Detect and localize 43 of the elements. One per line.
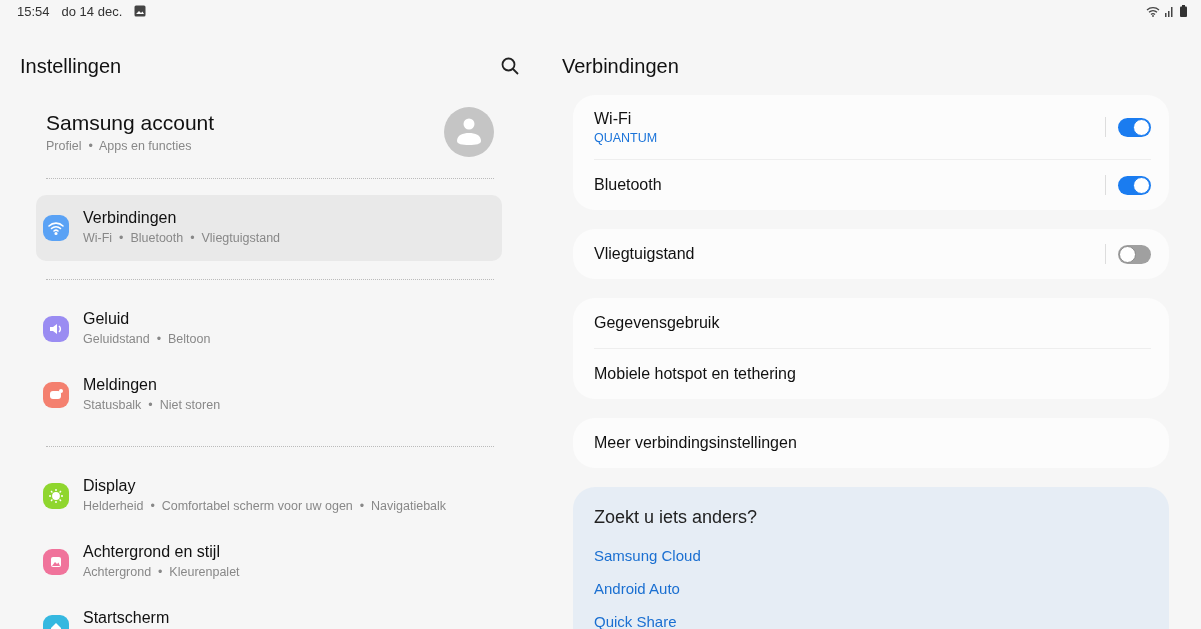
account-subtitle: Profiel • Apps en functies	[46, 139, 193, 153]
item-title: Geluid	[83, 310, 131, 328]
account-name[interactable]: Samsung account	[46, 111, 215, 135]
item-subtitle: Achtergrond • Kleurenpalet	[83, 565, 240, 579]
settings-item[interactable]: Geluid Geluidstand • Beltoon	[36, 296, 502, 362]
date: do 14 dec.	[61, 3, 123, 19]
item-subtitle: Geluidstand • Beltoon	[83, 332, 211, 346]
toggle-switch[interactable]	[1118, 175, 1151, 195]
network-name: QUANTUM	[594, 130, 659, 145]
settings-item[interactable]: Verbindingen Wi-Fi • Bluetooth • Vliegtuigstand	[36, 195, 502, 261]
page-title: Verbindingen	[562, 54, 679, 78]
item-title: Display	[83, 477, 137, 495]
setting-label[interactable]: Gegevensgebruik	[594, 314, 1151, 332]
wifi-signal-icon	[1146, 5, 1160, 17]
battery-icon	[1180, 5, 1187, 17]
suggestions-title: Zoekt u iets anders?	[594, 507, 759, 528]
suggestion-link[interactable]: Quick Share	[594, 613, 677, 629]
settings-item[interactable]: Startscherm	[36, 595, 502, 629]
suggestion-link[interactable]: Samsung Cloud	[594, 547, 701, 564]
item-subtitle: Statusbalk • Niet storen	[83, 398, 221, 412]
toggle-switch[interactable]	[1118, 244, 1151, 264]
clock: 15:54	[17, 3, 50, 19]
toggle-switch[interactable]	[1118, 117, 1151, 137]
item-title: Achtergrond en stijl	[83, 543, 221, 561]
cell-signal-icon	[1164, 5, 1174, 17]
suggestion-link[interactable]: Android Auto	[594, 580, 680, 597]
item-subtitle: Wi-Fi • Bluetooth • Vliegtuigstand	[83, 231, 281, 245]
setting-label[interactable]: Wi-Fi	[594, 109, 1105, 128]
item-title: Meldingen	[83, 376, 158, 394]
item-title: Verbindingen	[83, 209, 178, 227]
settings-item[interactable]: Achtergrond en stijl Achtergrond • Kleurenpalet	[36, 529, 502, 595]
item-title: Startscherm	[83, 609, 170, 627]
settings-item[interactable]: Meldingen Statusbalk • Niet storen	[36, 362, 502, 428]
image-icon	[134, 5, 147, 17]
search-icon	[500, 56, 520, 76]
settings-item[interactable]: Display Helderheid • Comfortabel scherm voor uw ogen • Navigatiebalk	[36, 463, 502, 529]
setting-label[interactable]: Bluetooth	[594, 176, 1105, 194]
setting-label[interactable]: Meer verbindingsinstellingen	[594, 434, 1151, 452]
setting-label[interactable]: Mobiele hotspot en tethering	[594, 365, 1151, 383]
sidebar-title: Instellingen	[20, 54, 122, 78]
setting-label[interactable]: Vliegtuigstand	[594, 245, 1105, 263]
search-button[interactable]	[500, 56, 520, 76]
item-subtitle: Helderheid • Comfortabel scherm voor uw ogen • Navigatiebalk	[83, 499, 447, 513]
